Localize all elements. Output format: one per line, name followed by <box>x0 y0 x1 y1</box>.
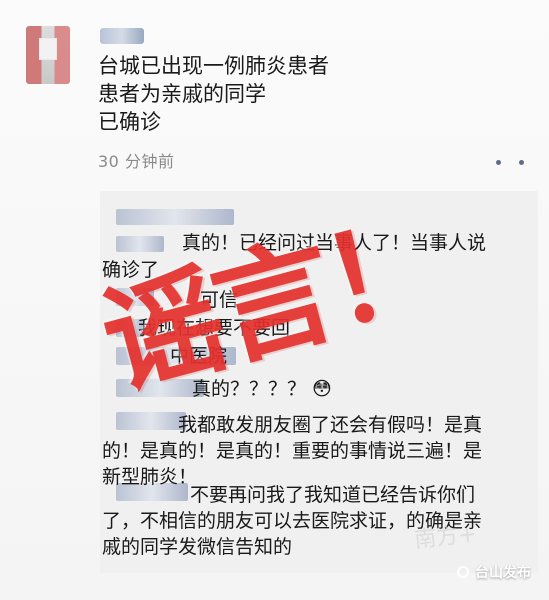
brand-icon <box>457 566 469 578</box>
comment-5-line-3: 戚的同学发微信告知的 <box>102 536 293 558</box>
avatar[interactable] <box>26 26 70 84</box>
post-line-1: 台城已出现一例肺炎患者 <box>98 54 329 78</box>
brand-label: 台山发布 <box>475 565 531 581</box>
post-time: 30 分钟前 <box>98 152 175 171</box>
comment-4-line-1: 我都敢发朋友圈了还会有假吗！是真 <box>178 414 483 436</box>
post-line-3: 已确诊 <box>98 110 161 134</box>
blurred-username <box>100 28 144 44</box>
more-options-icon[interactable] <box>496 155 524 169</box>
post-content: 台城已出现一例肺炎患者 患者为亲戚的同学 已确诊 <box>98 52 478 136</box>
brand-watermark: 台山发布 <box>457 562 531 582</box>
comment-4-line-3: 新型肺炎！ <box>102 466 198 488</box>
post-line-2: 患者为亲戚的同学 <box>98 82 266 106</box>
faint-watermark: 南方+ <box>412 521 478 554</box>
comment-4-line-2: 的！是真的！是真的！重要的事情说三遍！是 <box>102 440 483 462</box>
more-dot-icon <box>519 159 524 165</box>
blurred-name <box>116 209 234 225</box>
screenshot-canvas: 台城已出现一例肺炎患者 患者为亲戚的同学 已确诊 30 分钟前 真的！已经问过当… <box>0 0 549 600</box>
more-dot-icon <box>496 159 501 165</box>
comment-5-line-1: 不要再问我了我知道已经告诉你们 <box>190 484 476 506</box>
